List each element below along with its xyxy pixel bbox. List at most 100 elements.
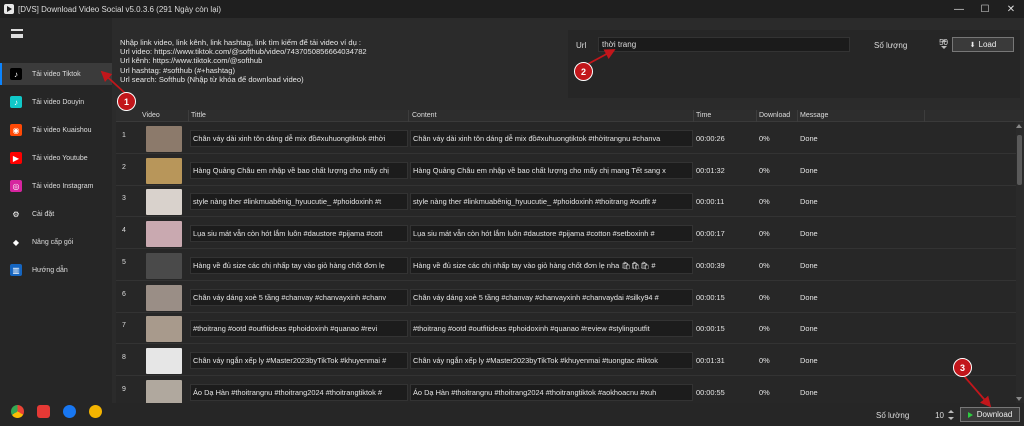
- video-table: Video Tittle Content Time Download Messa…: [116, 110, 1023, 403]
- header-download[interactable]: Download: [759, 112, 790, 119]
- video-thumbnail[interactable]: [146, 347, 182, 374]
- download-progress-cell: 0%: [759, 260, 770, 270]
- sidebar-item-label: Tải video Tiktok: [32, 70, 81, 78]
- table-row[interactable]: 2 Hàng Quảng Châu em nhập về bao chất lượ…: [116, 155, 1016, 186]
- scroll-up-icon[interactable]: [1016, 124, 1022, 128]
- video-thumbnail[interactable]: [146, 189, 182, 216]
- annotation-badge-3: 3: [953, 358, 972, 377]
- hamburger-menu-icon[interactable]: [11, 29, 23, 38]
- message-cell: Done: [800, 387, 818, 397]
- bottom-bar: Số lường 10 Download: [112, 403, 1024, 426]
- content-cell[interactable]: Áo Dạ Hàn #thoitrangnu #thoitrang2024 #t…: [413, 388, 691, 397]
- table-row[interactable]: 3 style nàng ther #linkmuabênig_hyuucutie…: [116, 186, 1016, 218]
- content-cell[interactable]: Hàng về đủ size các chị nhấp tay vào giỏ…: [413, 261, 691, 270]
- video-thumbnail[interactable]: [146, 284, 182, 311]
- support-agent-icon[interactable]: [88, 405, 102, 418]
- header-time[interactable]: Time: [696, 112, 711, 119]
- video-thumbnail[interactable]: [146, 126, 182, 152]
- table-row[interactable]: 8 Chân váy ngắn xếp ly #Master2023byTikTo…: [116, 345, 1016, 376]
- sidebar-item-6[interactable]: ◆ Nâng cấp gói: [0, 231, 112, 253]
- kuaishou-icon: ◉: [10, 124, 22, 136]
- title-cell[interactable]: Lụa siu mát vẫn còn hót lắm luôn #dausto…: [193, 229, 406, 238]
- message-cell: Done: [800, 292, 818, 302]
- video-thumbnail[interactable]: [146, 316, 182, 343]
- row-number: 1: [122, 132, 126, 139]
- download-progress-cell: 0%: [759, 165, 770, 175]
- content-cell[interactable]: Hàng Quảng Châu em nhập về bao chất lượn…: [413, 166, 691, 175]
- sidebar-item-4[interactable]: ◎ Tải video Instagram: [0, 175, 112, 197]
- download-progress-cell: 0%: [759, 197, 770, 207]
- message-cell: Done: [800, 324, 818, 334]
- time-cell: 00:00:15: [696, 292, 725, 302]
- youtube-shorts-icon[interactable]: [36, 405, 50, 418]
- table-row[interactable]: 4 Lụa siu mát vẫn còn hót lắm luôn #daust…: [116, 218, 1016, 250]
- close-button[interactable]: ✕: [998, 0, 1024, 18]
- download-progress-cell: 0%: [759, 229, 770, 239]
- sidebar-item-2[interactable]: ◉ Tải video Kuaishou: [0, 119, 112, 141]
- upgrade-icon: ◆: [10, 236, 22, 248]
- row-number: 4: [122, 227, 126, 235]
- sidebar-item-7[interactable]: ▥ Hướng dẫn: [0, 259, 112, 281]
- table-row[interactable]: 1 Chân váy dài xinh tôn dáng dễ mix đồ#xu…: [116, 123, 1016, 154]
- download-quantity-label: Số lường: [876, 411, 910, 420]
- load-button[interactable]: ⬇ Load: [952, 37, 1014, 52]
- content-cell[interactable]: #thoitrang #ootd #outfitideas #phoidoxin…: [413, 324, 691, 333]
- header-content[interactable]: Content: [412, 112, 437, 119]
- sidebar-item-0[interactable]: ♪ Tải video Tiktok: [0, 63, 112, 85]
- table-scrollbar[interactable]: [1016, 122, 1023, 403]
- guide-icon: ▥: [10, 264, 22, 276]
- url-label: Url: [576, 41, 587, 50]
- title-cell[interactable]: Hàng Quảng Châu em nhập về bao chất lượn…: [193, 166, 406, 175]
- maximize-button[interactable]: ☐: [972, 0, 998, 18]
- content-cell[interactable]: Lụa siu mát vẫn còn hót lắm luôn #dausto…: [413, 229, 691, 238]
- header-message[interactable]: Message: [800, 112, 828, 119]
- sidebar-item-label: Nâng cấp gói: [32, 238, 74, 246]
- header-title[interactable]: Tittle: [191, 112, 206, 119]
- sidebar-item-label: Tải video Kuaishou: [32, 126, 92, 134]
- url-input[interactable]: [598, 37, 850, 52]
- scroll-down-icon[interactable]: [1016, 397, 1022, 401]
- header-video[interactable]: Video: [142, 112, 160, 119]
- content-cell[interactable]: Chân váy ngắn xếp ly #Master2023byTikTok…: [413, 356, 691, 365]
- title-cell[interactable]: Chân váy dài xinh tôn dáng dễ mix đồ#xuh…: [193, 134, 406, 143]
- title-cell[interactable]: Áo Dạ Hàn #thoitrangnu #thoitrang2024 #t…: [193, 388, 406, 397]
- scroll-thumb[interactable]: [1017, 135, 1022, 185]
- table-row[interactable]: 6 Chân váy dáng xoè 5 tầng #chanvay #chan…: [116, 282, 1016, 313]
- row-number: 5: [122, 258, 126, 266]
- content-cell[interactable]: style nàng ther #linkmuabênig_hyuucutie_…: [413, 197, 691, 206]
- download-button[interactable]: Download: [960, 407, 1020, 422]
- video-thumbnail[interactable]: [146, 252, 182, 279]
- title-bar: [DVS] Download Video Social v5.0.3.6 (29…: [0, 0, 1024, 18]
- title-cell[interactable]: Chân váy dáng xoè 5 tầng #chanvay #chanv…: [193, 293, 406, 302]
- douyin-icon: ♪: [10, 96, 22, 108]
- minimize-button[interactable]: —: [946, 0, 972, 18]
- sidebar-item-3[interactable]: ▶ Tải video Youtube: [0, 147, 112, 169]
- window-controls: — ☐ ✕: [946, 0, 1024, 18]
- download-progress-cell: 0%: [759, 134, 770, 143]
- play-icon: [967, 411, 973, 418]
- sidebar-item-1[interactable]: ♪ Tải video Douyin: [0, 91, 112, 113]
- sidebar: ♪ Tải video Tiktok ♪ Tải video Douyin ◉ Tải v…: [0, 18, 112, 426]
- title-cell[interactable]: Hàng về đủ size các chị nhấp tay vào giỏ…: [193, 261, 406, 270]
- sidebar-item-5[interactable]: ⚙ Cài đặt: [0, 203, 112, 225]
- message-cell: Done: [800, 229, 818, 239]
- title-cell[interactable]: style nàng ther #linkmuabênig_hyuucutie_…: [193, 197, 406, 206]
- quantity-stepper-arrows-icon[interactable]: [941, 38, 947, 52]
- chrome-icon[interactable]: [10, 405, 24, 418]
- content-cell[interactable]: Chân váy dáng xoè 5 tầng #chanvay #chanv…: [413, 293, 691, 302]
- video-thumbnail[interactable]: [146, 157, 182, 184]
- table-row[interactable]: 7 #thoitrang #ootd #outfitideas #phoidoxi…: [116, 313, 1016, 345]
- download-quantity-arrows-icon[interactable]: [948, 409, 954, 423]
- video-thumbnail[interactable]: [146, 379, 182, 403]
- table-row[interactable]: 5 Hàng về đủ size các chị nhấp tay vào gi…: [116, 250, 1016, 281]
- title-cell[interactable]: Chân váy ngắn xếp ly #Master2023byTikTok…: [193, 356, 406, 365]
- download-quantity-stepper[interactable]: 10: [922, 411, 944, 420]
- instagram-icon: ◎: [10, 180, 22, 192]
- video-thumbnail[interactable]: [146, 221, 182, 248]
- download-progress-cell: 0%: [759, 324, 770, 334]
- content-cell[interactable]: Chân váy dài xinh tôn dáng dễ mix đồ#xuh…: [413, 134, 691, 143]
- title-cell[interactable]: #thoitrang #ootd #outfitideas #phoidoxin…: [193, 324, 406, 333]
- message-cell: Done: [800, 355, 818, 365]
- table-row[interactable]: 9 Áo Dạ Hàn #thoitrangnu #thoitrang2024 #…: [116, 377, 1016, 403]
- facebook-icon[interactable]: [62, 405, 76, 418]
